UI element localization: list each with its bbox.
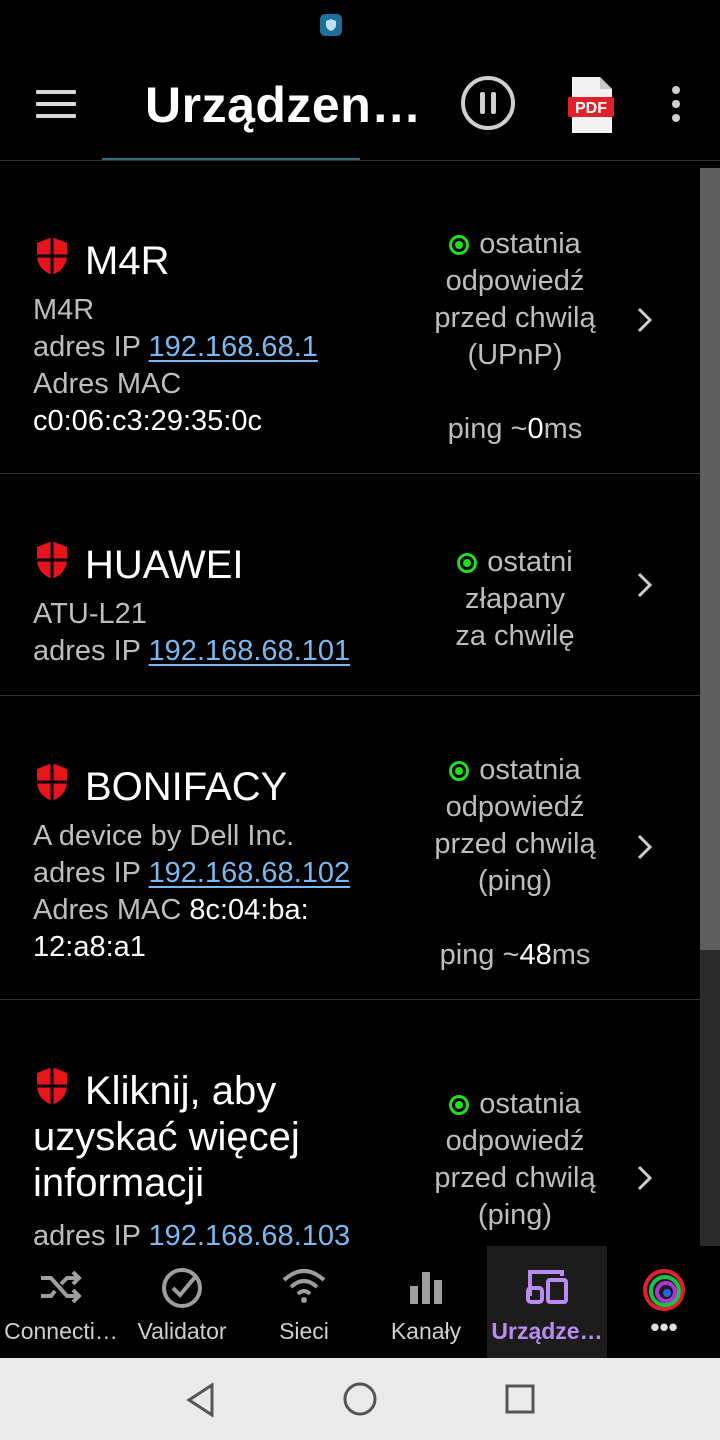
- shield-icon: [37, 541, 67, 579]
- mac-value-cont: 12:a8:a1: [33, 931, 146, 963]
- app-bar: Urządzen… PDF: [0, 50, 720, 160]
- nav-networks[interactable]: Sieci: [244, 1246, 364, 1358]
- chevron-right-icon[interactable]: [632, 305, 656, 335]
- device-row-m4r[interactable]: M4R M4R adres IP 192.168.68.1 Adres MAC …: [0, 168, 700, 474]
- color-ring-icon: [643, 1269, 685, 1311]
- online-dot-icon: [449, 1095, 470, 1115]
- online-dot-icon: [449, 235, 470, 255]
- shield-icon: [37, 237, 67, 275]
- nav-label: Connecti…: [4, 1318, 118, 1344]
- ip-label: adres IP: [33, 857, 141, 889]
- recents-icon[interactable]: [504, 1383, 536, 1415]
- device-row-bonifacy[interactable]: BONIFACY A device by Dell Inc. adres IP …: [0, 696, 700, 1000]
- online-dot-icon: [457, 553, 478, 573]
- shield-icon: [37, 763, 67, 801]
- nav-devices[interactable]: Urządze…: [487, 1246, 607, 1358]
- nav-label: Kanały: [390, 1318, 462, 1344]
- nav-connectivity[interactable]: Connecti…: [1, 1246, 121, 1358]
- ip-link[interactable]: 192.168.68.101: [149, 635, 351, 667]
- chevron-right-icon[interactable]: [632, 832, 656, 862]
- chevron-right-icon[interactable]: [632, 1163, 656, 1193]
- more-dots: •••: [650, 1312, 678, 1342]
- scrollbar-thumb[interactable]: [700, 168, 720, 950]
- device-row-unknown[interactable]: Kliknij, aby uzyskać więcej informacji a…: [0, 1000, 700, 1246]
- nav-label: Validator: [137, 1318, 227, 1344]
- device-status: ostatni złapany za chwilę: [455, 546, 575, 652]
- devices-icon: [526, 1270, 568, 1304]
- online-dot-icon: [449, 761, 470, 781]
- nav-label: Urządze…: [491, 1318, 603, 1344]
- pdf-export-button[interactable]: PDF: [566, 75, 618, 135]
- divider: [0, 160, 720, 161]
- device-ip-line: adres IP 192.168.68.1: [33, 329, 318, 366]
- ping-readout: ping ~0ms: [447, 413, 583, 445]
- ip-label: adres IP: [33, 635, 141, 667]
- device-ip-line: adres IP 192.168.68.103: [33, 1218, 350, 1246]
- device-list[interactable]: M4R M4R adres IP 192.168.68.1 Adres MAC …: [0, 168, 700, 1246]
- system-navigation-bar: [0, 1358, 720, 1440]
- ip-label: adres IP: [33, 1220, 141, 1246]
- pause-button[interactable]: [460, 75, 516, 131]
- device-model: ATU-L21: [33, 598, 147, 630]
- mac-value: 8c:04:ba:: [189, 894, 309, 926]
- device-status: ostatnia odpowiedź przed chwilą (ping): [434, 754, 596, 897]
- device-row-huawei[interactable]: HUAWEI ATU-L21 adres IP 192.168.68.101 o…: [0, 474, 700, 696]
- bottom-navigation: Connecti… Validator Sieci Kanały Urządze…: [0, 1246, 720, 1358]
- device-name: M4R: [85, 239, 170, 283]
- check-circle-icon: [162, 1268, 202, 1308]
- mac-value: c0:06:c3:29:35:0c: [33, 405, 262, 437]
- device-model: A device by Dell Inc.: [33, 820, 295, 852]
- home-icon[interactable]: [342, 1381, 378, 1417]
- device-model: M4R: [33, 294, 95, 326]
- back-icon[interactable]: [184, 1382, 218, 1418]
- device-ip-line: adres IP 192.168.68.102: [33, 855, 350, 892]
- device-status: ostatnia odpowiedź przed chwilą (UPnP): [434, 228, 596, 371]
- nav-channels[interactable]: Kanały: [366, 1246, 486, 1358]
- page-title: Urządzen…: [145, 77, 422, 133]
- nav-more[interactable]: •••: [604, 1246, 720, 1358]
- device-name: Kliknij, aby uzyskać więcej informacji: [33, 1069, 300, 1205]
- bar-chart-icon: [410, 1272, 442, 1304]
- device-name: HUAWEI: [85, 543, 244, 587]
- wifi-icon: [282, 1269, 326, 1303]
- ping-readout: ping ~48ms: [439, 939, 591, 971]
- device-status: ostatnia odpowiedź przed chwilą (ping): [434, 1088, 596, 1231]
- more-options-icon[interactable]: [664, 85, 688, 125]
- mac-label: Adres MAC: [33, 368, 182, 400]
- ip-link[interactable]: 192.168.68.102: [149, 857, 351, 889]
- device-name: BONIFACY: [85, 765, 288, 809]
- status-bar: [0, 0, 720, 50]
- ip-label: adres IP: [33, 331, 141, 363]
- nav-label: Sieci: [279, 1318, 329, 1344]
- hamburger-menu-icon[interactable]: [36, 90, 76, 120]
- shuffle-icon: [41, 1270, 82, 1304]
- ip-link[interactable]: 192.168.68.1: [149, 331, 318, 363]
- mac-label: Adres MAC: [33, 894, 182, 926]
- chevron-right-icon[interactable]: [632, 570, 656, 600]
- vpn-shield-icon: [320, 14, 342, 36]
- device-ip-line: adres IP 192.168.68.101: [33, 633, 350, 670]
- ip-link[interactable]: 192.168.68.103: [149, 1220, 351, 1246]
- nav-validator[interactable]: Validator: [122, 1246, 242, 1358]
- pdf-label: PDF: [575, 100, 607, 117]
- mac-line: Adres MAC 8c:04:ba:: [33, 892, 309, 929]
